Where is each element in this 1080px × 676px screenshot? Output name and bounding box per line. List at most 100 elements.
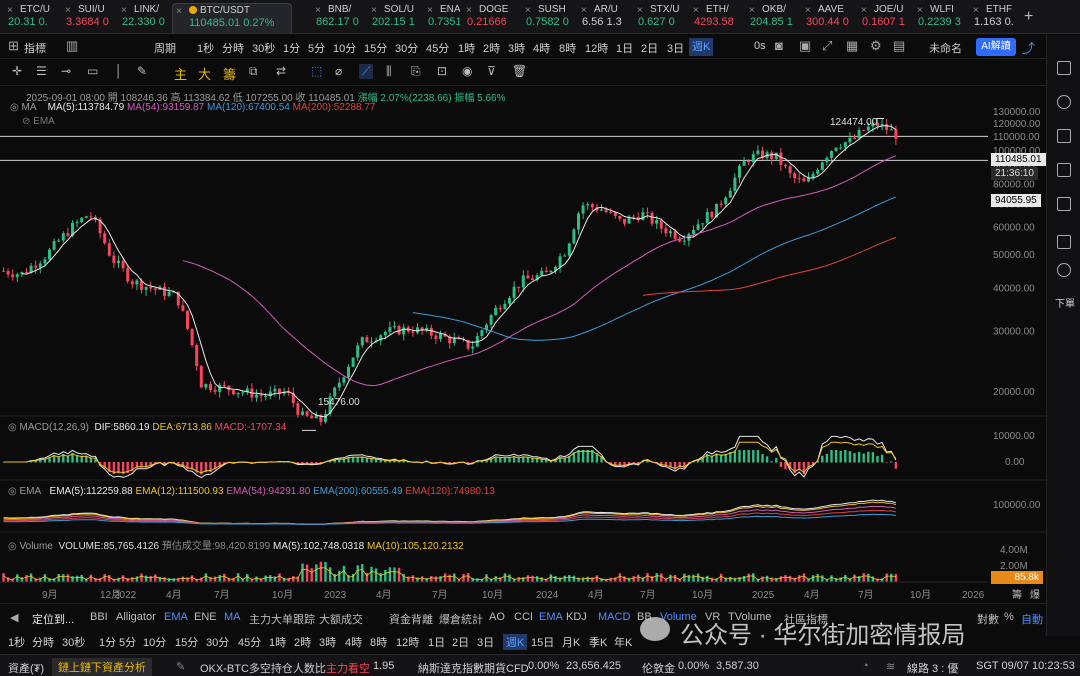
period-tab[interactable]: 2時 (294, 634, 311, 650)
ticker-tab[interactable]: × JOE/U 0.1607 1 (858, 3, 914, 33)
period-tab[interactable]: 1分 (99, 634, 116, 650)
indicator-tab[interactable]: AO (489, 611, 505, 623)
eye-icon[interactable]: ◎ (8, 541, 17, 552)
period-12h[interactable]: 12時 (585, 40, 608, 56)
close-icon[interactable]: × (637, 4, 643, 17)
ticker-tab[interactable]: × SOL/U 202.15 1 (368, 3, 424, 33)
liquidation-label[interactable]: 爆 (1030, 586, 1040, 601)
close-icon[interactable]: × (749, 4, 755, 17)
indicator-tab[interactable]: 定位到... (32, 611, 74, 627)
period-1h[interactable]: 1時 (458, 40, 475, 56)
document-icon[interactable] (1057, 61, 1071, 75)
eye-icon[interactable]: ◎ (8, 422, 17, 433)
period-2d[interactable]: 2日 (641, 40, 658, 56)
ai-interpret-button[interactable]: AI解讀 (976, 38, 1016, 56)
indicator-tab[interactable]: 主力大单跟踪 (249, 611, 315, 627)
ticker-tab[interactable]: × ENA/0.7351 - (424, 3, 460, 33)
close-icon[interactable]: × (7, 4, 13, 17)
edit-icon[interactable]: ✎ (176, 660, 185, 673)
period-tab[interactable]: 分時 (32, 634, 54, 650)
magnet-icon[interactable]: ⌀ (335, 64, 342, 78)
period-tab[interactable]: 年K (614, 634, 632, 650)
close-icon[interactable]: × (693, 4, 699, 17)
period-tab[interactable]: 30分 (206, 634, 229, 650)
period-tab[interactable]: 1日 (428, 634, 445, 650)
compare-icon[interactable]: ⇄ (276, 64, 286, 78)
line-status[interactable]: 線路 3 : 優 (907, 660, 958, 676)
brush-icon[interactable]: ✎ (137, 64, 147, 78)
trash-icon[interactable]: 🗑 (512, 64, 527, 78)
period-tab[interactable]: 3時 (319, 634, 336, 650)
indicator-tab[interactable]: MACD (598, 611, 630, 623)
period-3d[interactable]: 3日 (667, 40, 684, 56)
filter-icon[interactable]: ⊽ (487, 64, 496, 78)
replay-seconds[interactable]: 0s (754, 40, 766, 52)
indicator-tab[interactable]: Alligator (116, 611, 156, 623)
indicator-tab[interactable]: ENE (194, 611, 217, 623)
grid-icon[interactable]: ⊞ (8, 38, 19, 54)
trendline-icon[interactable]: ⊸ (61, 64, 71, 78)
big-toggle[interactable]: 大 (198, 64, 211, 83)
bars-icon[interactable]: ⫼ (386, 64, 392, 79)
grid-layout-icon[interactable]: ▤ (893, 38, 905, 54)
add-tab-icon[interactable]: + (1024, 8, 1033, 26)
chips-toggle[interactable]: 籌 (223, 64, 236, 83)
ticker-tab[interactable]: × ETC/U 20.31 0. (4, 3, 60, 33)
period-tab[interactable]: 2日 (452, 634, 469, 650)
period-4h[interactable]: 4時 (533, 40, 550, 56)
chips-label[interactable]: 籌 (1012, 586, 1022, 601)
vline-icon[interactable]: │ (115, 64, 123, 78)
close-icon[interactable]: × (861, 4, 867, 17)
close-icon[interactable]: × (525, 4, 531, 17)
fullscreen-icon[interactable]: ⤢ (822, 38, 832, 54)
period-tab[interactable]: 3日 (477, 634, 494, 650)
ticker-tab[interactable]: × BTC/USDT 110485.01 0.27% (172, 3, 292, 33)
lock-icon[interactable]: ⊡ (437, 64, 447, 78)
chart-canvas[interactable]: 130000.00120000.00110000.00100000.009000… (0, 86, 1046, 602)
image-icon[interactable]: ▣ (799, 38, 811, 54)
chart-area[interactable]: 130000.00120000.00110000.00100000.009000… (0, 86, 1046, 602)
close-icon[interactable]: × (581, 4, 587, 17)
period-15m[interactable]: 15分 (364, 40, 387, 56)
period-tab[interactable]: 12時 (396, 634, 419, 650)
ticker-tab[interactable]: × ETHF 1.163 0. (970, 3, 1026, 33)
ticker-tab[interactable]: × WLFI 0.2239 3 (914, 3, 970, 33)
period-1d[interactable]: 1日 (616, 40, 633, 56)
pattern-icon[interactable]: ⧉ (249, 64, 258, 79)
period-8h[interactable]: 8時 (559, 40, 576, 56)
crosshair-icon[interactable]: ✛ (12, 64, 22, 78)
close-icon[interactable]: × (121, 4, 127, 17)
indicator-tab[interactable]: 資金背離 (389, 611, 433, 627)
close-icon[interactable]: × (371, 4, 377, 17)
period-tab[interactable]: 月K (562, 634, 580, 650)
eye-off-icon[interactable]: ⊘ (22, 116, 30, 127)
period-tab[interactable]: 週K (503, 634, 528, 650)
eye-icon[interactable]: ◉ (462, 64, 472, 78)
indicator-tab[interactable]: CCI (514, 611, 533, 623)
share-icon[interactable]: ⤴ (1022, 38, 1035, 57)
ticker-tab[interactable]: × STX/U 0.627 0 (634, 3, 690, 33)
menu-icon[interactable] (1057, 197, 1071, 211)
period-tab[interactable]: 15日 (531, 634, 554, 650)
copy-icon[interactable]: ⎘ (411, 64, 421, 79)
period-tab[interactable]: 45分 (238, 634, 261, 650)
indicator-tab[interactable]: EMA (164, 611, 188, 623)
close-icon[interactable]: × (315, 4, 321, 17)
period-tab[interactable]: 8時 (370, 634, 387, 650)
ticker-tab[interactable]: × SUSH 0.7582 0 (522, 3, 578, 33)
indicator-button[interactable]: 指標 (24, 40, 46, 56)
clock-icon[interactable] (1057, 95, 1071, 109)
select-icon[interactable]: ⬚ (311, 64, 322, 78)
period-30s[interactable]: 30秒 (252, 40, 275, 56)
camera-icon[interactable]: ◙ (775, 38, 783, 53)
ticker-tab[interactable]: × DOGE 0.21666 (463, 3, 519, 33)
order-label[interactable]: 下單 (1055, 295, 1075, 310)
period-tab[interactable]: 15分 (175, 634, 198, 650)
period-tab[interactable]: 30秒 (62, 634, 85, 650)
settings-icon[interactable]: ⚙ (870, 38, 882, 54)
indicator-tab[interactable]: KDJ (566, 611, 587, 623)
ticker-tab[interactable]: × LINK/22.330 0 (118, 3, 172, 33)
close-icon[interactable]: × (427, 4, 433, 17)
period-tab[interactable]: 季K (589, 634, 607, 650)
ticker-tab[interactable]: × AAVE 300.44 0 (802, 3, 858, 33)
